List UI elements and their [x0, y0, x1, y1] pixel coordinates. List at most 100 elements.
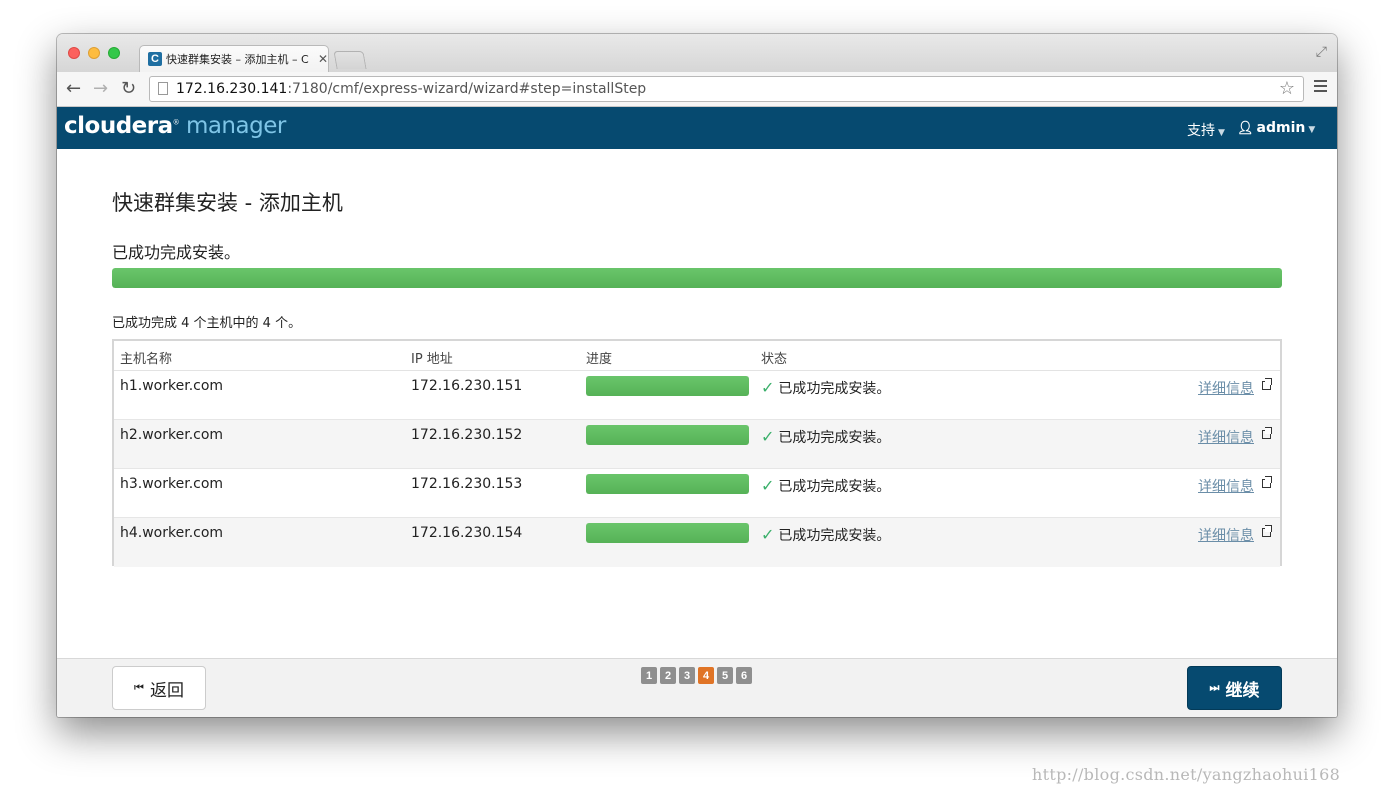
table-row: h4.worker.com 172.16.230.154 ✓ 已成功完成安装。 详… [114, 518, 1280, 567]
bookmark-star-icon[interactable]: ☆ [1279, 77, 1295, 101]
host-status: ✓ 已成功完成安装。 [761, 525, 890, 545]
chevron-down-icon: ▼ [1308, 125, 1316, 135]
table-row: h3.worker.com 172.16.230.153 ✓ 已成功完成安装。 详… [114, 469, 1280, 518]
step-6[interactable]: 6 [736, 667, 752, 684]
host-status-text: 已成功完成安装。 [778, 381, 891, 397]
check-icon: ✓ [761, 378, 775, 397]
window-minimize-button[interactable] [88, 47, 100, 59]
back-arrow-icon[interactable]: ← [66, 78, 81, 100]
external-link-icon[interactable] [1262, 378, 1272, 390]
table-row: h2.worker.com 172.16.230.152 ✓ 已成功完成安装。 详… [114, 420, 1280, 469]
logo-text-manager: manager [185, 113, 286, 139]
check-icon: ✓ [761, 525, 775, 544]
browser-window: C 快速群集安装 – 添加主机 – C ✕ ⤢ ← → ↻ 172.16.230… [57, 34, 1337, 717]
external-link-icon[interactable] [1262, 525, 1272, 537]
back-button[interactable]: ⏮ 返回 [112, 666, 206, 710]
logo-registered-mark: ® [172, 118, 180, 127]
host-status: ✓ 已成功完成安装。 [761, 378, 890, 398]
overall-progress-fill [112, 268, 1282, 288]
continue-button[interactable]: ⏭ 继续 [1187, 666, 1282, 710]
table-header: 主机名称 IP 地址 进度 状态 [114, 341, 1280, 371]
address-bar[interactable]: 172.16.230.141:7180/cmf/express-wizard/w… [149, 76, 1304, 102]
app-header: cloudera® manager 支持 ▼ 👤︎ admin ▼ [57, 107, 1337, 149]
browser-menu-icon[interactable] [1314, 80, 1327, 95]
details-link[interactable]: 详细信息 [1198, 427, 1254, 447]
details-link[interactable]: 详细信息 [1198, 378, 1254, 398]
host-progress-bar [586, 376, 749, 396]
host-name: h3.worker.com [120, 476, 224, 492]
browser-tab[interactable]: C 快速群集安装 – 添加主机 – C ✕ [139, 45, 329, 72]
main-content: 快速群集安装 - 添加主机 已成功完成安装。 已成功完成 4 个主机中的 4 个… [57, 149, 1337, 658]
support-menu-label: 支持 [1187, 123, 1215, 139]
user-icon: 👤︎ [1237, 121, 1254, 136]
window-maximize-button[interactable] [108, 47, 120, 59]
host-ip: 172.16.230.153 [411, 476, 523, 492]
url-host: 172.16.230.141 [176, 81, 288, 97]
check-icon: ✓ [761, 427, 775, 446]
host-status-text: 已成功完成安装。 [778, 528, 891, 544]
host-name: h2.worker.com [120, 427, 224, 443]
step-5[interactable]: 5 [717, 667, 733, 684]
host-ip: 172.16.230.151 [411, 378, 523, 394]
skip-forward-icon: ⏭ [1209, 681, 1220, 694]
host-status-text: 已成功完成安装。 [778, 430, 891, 446]
url-path: :7180/cmf/express-wizard/wizard#step=ins… [287, 81, 647, 97]
hosts-table: 主机名称 IP 地址 进度 状态 h1.worker.com 172.16.23… [112, 339, 1282, 567]
host-progress-bar [586, 474, 749, 494]
column-header-host: 主机名称 [120, 352, 173, 367]
column-header-progress: 进度 [586, 352, 613, 367]
install-summary: 已成功完成 4 个主机中的 4 个。 [112, 316, 302, 331]
step-3[interactable]: 3 [679, 667, 695, 684]
wizard-steps: 1 2 3 4 5 6 [641, 667, 752, 684]
browser-toolbar: ← → ↻ 172.16.230.141:7180/cmf/express-wi… [57, 72, 1337, 107]
external-link-icon[interactable] [1262, 476, 1272, 488]
user-menu-label: admin [1256, 120, 1306, 136]
step-2[interactable]: 2 [660, 667, 676, 684]
host-ip: 172.16.230.152 [411, 427, 523, 443]
cloudera-favicon-icon: C [148, 52, 162, 66]
table-row: h1.worker.com 172.16.230.151 ✓ 已成功完成安装。 详… [114, 371, 1280, 420]
tab-close-icon[interactable]: ✕ [318, 52, 328, 66]
step-1[interactable]: 1 [641, 667, 657, 684]
page-icon [158, 82, 168, 95]
skip-back-icon: ⏮ [134, 681, 144, 694]
details-link[interactable]: 详细信息 [1198, 525, 1254, 545]
external-link-icon[interactable] [1262, 427, 1272, 439]
back-button-label: 返回 [149, 680, 184, 701]
window-close-button[interactable] [68, 47, 80, 59]
user-menu[interactable]: 👤︎ admin ▼ [1237, 120, 1315, 136]
continue-button-label: 继续 [1225, 680, 1260, 701]
host-progress-fill [586, 474, 749, 494]
host-status: ✓ 已成功完成安装。 [761, 476, 890, 496]
install-status-heading: 已成功完成安装。 [112, 243, 241, 262]
host-name: h1.worker.com [120, 378, 224, 394]
host-name: h4.worker.com [120, 525, 224, 541]
check-icon: ✓ [761, 476, 775, 495]
tab-title: 快速群集安装 – 添加主机 – C [166, 53, 309, 66]
watermark: http://blog.csdn.net/yangzhaohui168 [1032, 765, 1341, 784]
host-status: ✓ 已成功完成安装。 [761, 427, 890, 447]
page-title: 快速群集安装 - 添加主机 [112, 191, 343, 215]
cloudera-manager-logo[interactable]: cloudera® manager [64, 113, 286, 139]
host-progress-fill [586, 425, 749, 445]
host-progress-fill [586, 523, 749, 543]
chevron-down-icon: ▼ [1218, 128, 1225, 138]
fullscreen-icon[interactable]: ⤢ [1316, 44, 1327, 60]
host-ip: 172.16.230.154 [411, 525, 523, 541]
tab-strip: C 快速群集安装 – 添加主机 – C ✕ ⤢ [57, 34, 1337, 72]
host-progress-fill [586, 376, 749, 396]
step-4-active[interactable]: 4 [698, 667, 714, 684]
logo-text-cloudera: cloudera [64, 113, 173, 139]
host-progress-bar [586, 425, 749, 445]
column-header-status: 状态 [761, 352, 788, 367]
wizard-footer: ⏮ 返回 1 2 3 4 5 6 ⏭ 继续 [57, 658, 1337, 717]
overall-progress-bar [112, 268, 1282, 288]
reload-icon[interactable]: ↻ [121, 78, 136, 100]
column-header-ip: IP 地址 [411, 352, 453, 367]
host-status-text: 已成功完成安装。 [778, 479, 891, 495]
host-progress-bar [586, 523, 749, 543]
details-link[interactable]: 详细信息 [1198, 476, 1254, 496]
new-tab-button[interactable] [333, 51, 367, 69]
support-menu[interactable]: 支持 ▼ [1187, 120, 1225, 140]
forward-arrow-icon[interactable]: → [93, 78, 108, 100]
